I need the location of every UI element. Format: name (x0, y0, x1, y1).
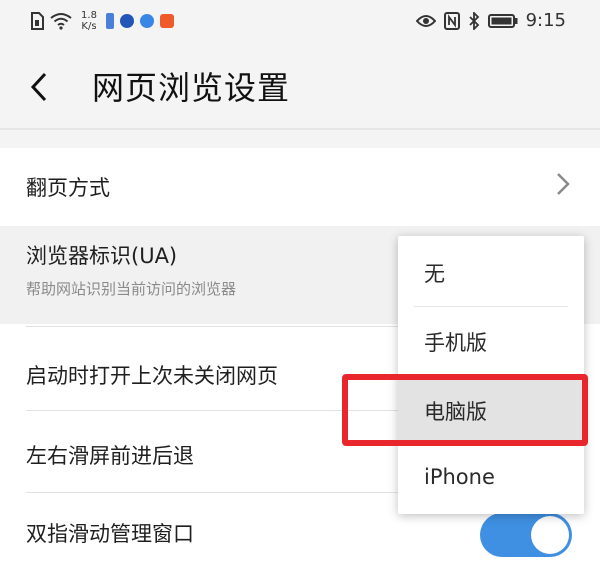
setting-label: 浏览器标识(UA) (26, 244, 178, 268)
back-button[interactable] (30, 66, 48, 111)
setting-label: 启动时打开上次未关闭网页 (26, 364, 278, 388)
header (0, 44, 600, 130)
net-speed: 1.8 K/s (78, 10, 100, 32)
sim-card-icon (31, 12, 44, 30)
net-speed-value: 1.8 (81, 10, 97, 21)
setting-label: 双指滑动管理窗口 (26, 522, 194, 546)
ua-option-none[interactable]: 无 (398, 238, 584, 306)
status-bar: 1.8 K/s 9:15 (0, 0, 600, 44)
status-bar-right: 9:15 (415, 10, 566, 31)
wifi-icon (50, 13, 72, 30)
battery-icon (487, 13, 518, 28)
option-label: iPhone (424, 465, 495, 489)
ua-option-mobile[interactable]: 手机版 (398, 307, 584, 375)
option-label: 手机版 (424, 331, 487, 355)
option-label: 无 (424, 262, 445, 286)
app-notification-icon (160, 14, 174, 28)
highlight-box (342, 374, 588, 446)
chevron-left-icon (30, 72, 47, 102)
battery-saver-icon (106, 13, 114, 29)
clock: 9:15 (525, 10, 566, 31)
chevron-right-icon (556, 170, 570, 203)
net-speed-unit: K/s (81, 21, 97, 32)
setting-description: 帮助网站识别当前访问的浏览器 (26, 280, 237, 298)
bluetooth-icon (468, 11, 479, 30)
page-title: 网页浏览设置 (92, 69, 291, 107)
setting-page-turn[interactable]: 翻页方式 (0, 148, 600, 226)
app-notification-icon (120, 14, 134, 28)
ua-option-iphone[interactable]: iPhone (398, 445, 584, 513)
two-finger-toggle[interactable] (480, 513, 572, 557)
status-bar-left: 1.8 K/s (30, 10, 174, 32)
toggle-knob (531, 516, 569, 554)
setting-label: 翻页方式 (26, 176, 110, 200)
nfc-icon (443, 11, 460, 30)
header-divider (0, 128, 600, 130)
setting-label: 左右滑屏前进后退 (26, 444, 194, 468)
eye-icon (415, 14, 436, 27)
browser-notification-icon (140, 14, 154, 28)
